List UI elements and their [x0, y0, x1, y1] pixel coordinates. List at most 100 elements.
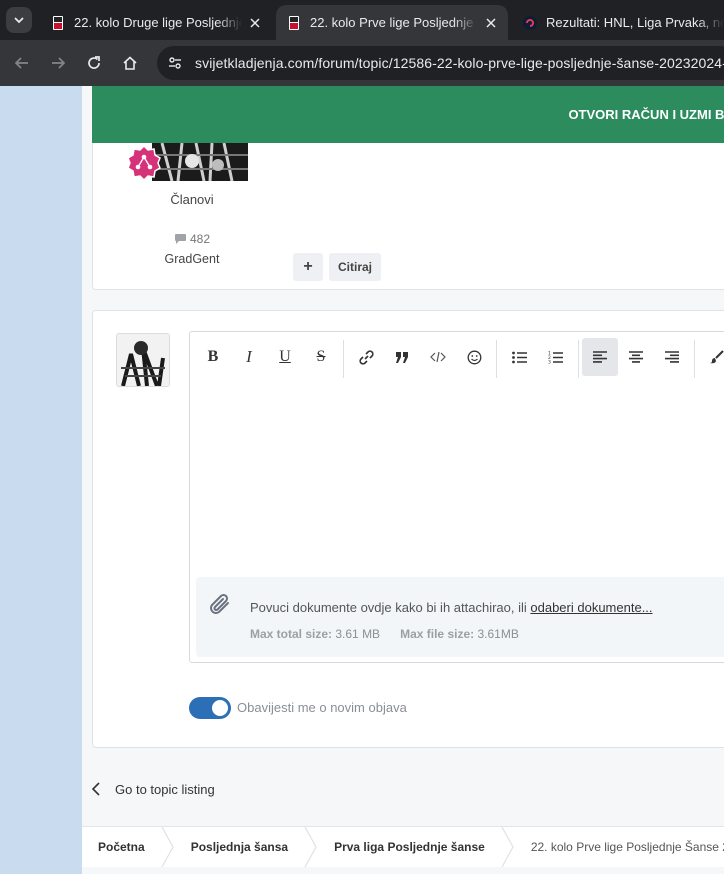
code-icon: [430, 351, 446, 363]
attachment-dropzone[interactable]: Povuci dokumente ovdje kako bi ih attach…: [196, 577, 724, 657]
toolbar-separator: [343, 340, 344, 378]
numbered-list-button[interactable]: 123: [537, 338, 573, 376]
align-center-button[interactable]: [618, 338, 654, 376]
browser-tab-strip: 22. kolo Druge lige Posljednje šanse 22.…: [0, 0, 724, 40]
site-settings-icon[interactable]: [161, 49, 189, 77]
dropzone-instruction: Povuci dokumente ovdje kako bi ih attach…: [250, 600, 531, 615]
align-left-button[interactable]: [582, 338, 618, 376]
max-file-size-label: Max file size:: [400, 627, 475, 641]
toolbar-separator: [496, 340, 497, 378]
strikethrough-icon: S: [316, 348, 326, 365]
align-center-icon: [629, 351, 643, 363]
paperclip-icon: [210, 593, 229, 614]
notify-toggle[interactable]: [189, 697, 231, 719]
home-button[interactable]: [116, 49, 144, 77]
reload-button[interactable]: [80, 49, 108, 77]
quote-icon: [395, 351, 408, 363]
plus-icon: +: [303, 258, 313, 275]
notify-label: Obavijesti me o novim objava: [237, 700, 407, 715]
toolbar-separator: [694, 340, 695, 378]
bold-button[interactable]: B: [195, 338, 231, 376]
paintbrush-icon: [710, 350, 724, 364]
current-user-avatar: [116, 333, 170, 387]
bullet-list-button[interactable]: [501, 338, 537, 376]
tab-rezultati[interactable]: Rezultati: HNL, Liga Prvaka, nogomet: [512, 5, 724, 40]
back-link-text: Go to topic listing: [115, 781, 215, 797]
bold-icon: B: [207, 348, 219, 365]
promo-text: OTVORI RAČUN I UZMI BONUS: [568, 107, 724, 122]
tab-druga-liga[interactable]: 22. kolo Druge lige Posljednje šanse: [40, 5, 272, 40]
dropzone-text: Povuci dokumente ovdje kako bi ih attach…: [250, 600, 653, 615]
editor-toolbar: B I U S 1 2 3: [190, 332, 724, 382]
author-avatar[interactable]: [152, 143, 248, 181]
tab-title: 22. kolo Prve lige Posljednje šanse: [310, 15, 478, 30]
breadcrumb-item-current-topic: 22. kolo Prve lige Posljednje Šanse 2023…: [530, 840, 724, 854]
rezultati-favicon-icon: [523, 15, 537, 30]
back-button[interactable]: [8, 49, 36, 77]
breadcrumb-item-posljednja-sansa[interactable]: Posljednja šansa: [175, 827, 304, 867]
url-text: svijetkladjenja.com/forum/topic/12586-22…: [195, 55, 724, 71]
align-right-button[interactable]: [654, 338, 690, 376]
breadcrumb-separator-icon: [501, 827, 514, 867]
emoji-icon: [467, 350, 481, 364]
close-tab-icon[interactable]: [246, 14, 264, 32]
arrow-right-icon: [52, 57, 66, 69]
choose-files-link[interactable]: odaberi dokumente...: [530, 600, 652, 615]
author-name[interactable]: GradGent: [132, 252, 252, 266]
address-bar[interactable]: svijetkladjenja.com/forum/topic/12586-22…: [157, 46, 724, 80]
format-button[interactable]: [699, 338, 724, 376]
close-tab-icon[interactable]: [482, 14, 500, 32]
max-file-size-value: 3.61MB: [477, 627, 519, 641]
browser-toolbar: svijetkladjenja.com/forum/topic/12586-22…: [0, 40, 724, 86]
size-limits: Max total size: 3.61 MB Max file size: 3…: [250, 627, 519, 641]
reply-form: B I U S 1 2 3 Povuci dokumente ovdje kak…: [92, 310, 724, 748]
code-button[interactable]: [420, 338, 456, 376]
tab-title: Rezultati: HNL, Liga Prvaka, nogomet: [546, 15, 724, 30]
multiquote-add-button[interactable]: +: [293, 253, 323, 281]
link-button[interactable]: [348, 338, 384, 376]
post-count-value: 482: [189, 232, 211, 246]
rich-text-editor[interactable]: B I U S 1 2 3 Povuci dokumente ovdje kak…: [189, 331, 724, 663]
chevron-down-icon: [14, 17, 24, 24]
toolbar-separator: [578, 340, 579, 378]
post-count: 482: [132, 232, 252, 246]
home-icon: [123, 56, 137, 70]
underline-button[interactable]: U: [267, 338, 303, 376]
toggle-knob: [212, 700, 228, 716]
link-icon: [358, 349, 374, 365]
comment-icon: [174, 234, 186, 244]
bullet-list-icon: [511, 351, 527, 363]
quote-button[interactable]: Citiraj: [329, 253, 381, 281]
arrow-left-icon: [14, 57, 28, 69]
breadcrumb: Početna Posljednja šansa Prva liga Poslj…: [82, 826, 724, 867]
svijetkladjenja-favicon-icon: [289, 15, 299, 30]
forum-page: OTVORI RAČUN I UZMI BONUS Članovi 482 Gr…: [82, 86, 724, 874]
breadcrumb-separator-icon: [161, 827, 174, 867]
forward-button[interactable]: [44, 49, 72, 77]
tab-list-button[interactable]: [6, 7, 32, 33]
align-right-icon: [665, 351, 679, 363]
breadcrumb-separator-icon: [304, 827, 317, 867]
emoji-button[interactable]: [456, 338, 492, 376]
italic-icon: I: [246, 347, 252, 366]
max-total-size-label: Max total size:: [250, 627, 333, 641]
promo-banner[interactable]: OTVORI RAČUN I UZMI BONUS: [92, 86, 724, 143]
chevron-left-icon: [91, 782, 100, 796]
rank-badge-icon: [127, 144, 161, 182]
svg-text:3: 3: [548, 360, 551, 365]
tab-title: 22. kolo Druge lige Posljednje šanse: [74, 15, 242, 30]
go-to-topic-listing-link[interactable]: Go to topic listing: [90, 781, 215, 797]
max-total-size-value: 3.61 MB: [335, 627, 381, 641]
member-group: Članovi: [170, 192, 214, 207]
strikethrough-button[interactable]: S: [303, 338, 339, 376]
align-left-icon: [593, 351, 607, 363]
tab-prva-liga[interactable]: 22. kolo Prve lige Posljednje šanse: [276, 5, 508, 40]
numbered-list-icon: 123: [548, 351, 563, 365]
underline-icon: U: [279, 348, 291, 365]
breadcrumb-item-pocetna[interactable]: Početna: [82, 827, 161, 867]
svijetkladjenja-favicon-icon: [53, 15, 63, 30]
quote-format-button[interactable]: [384, 338, 420, 376]
italic-button[interactable]: I: [231, 338, 267, 376]
breadcrumb-item-prva-liga[interactable]: Prva liga Posljednje šanse: [318, 827, 501, 867]
reload-icon: [88, 56, 100, 69]
